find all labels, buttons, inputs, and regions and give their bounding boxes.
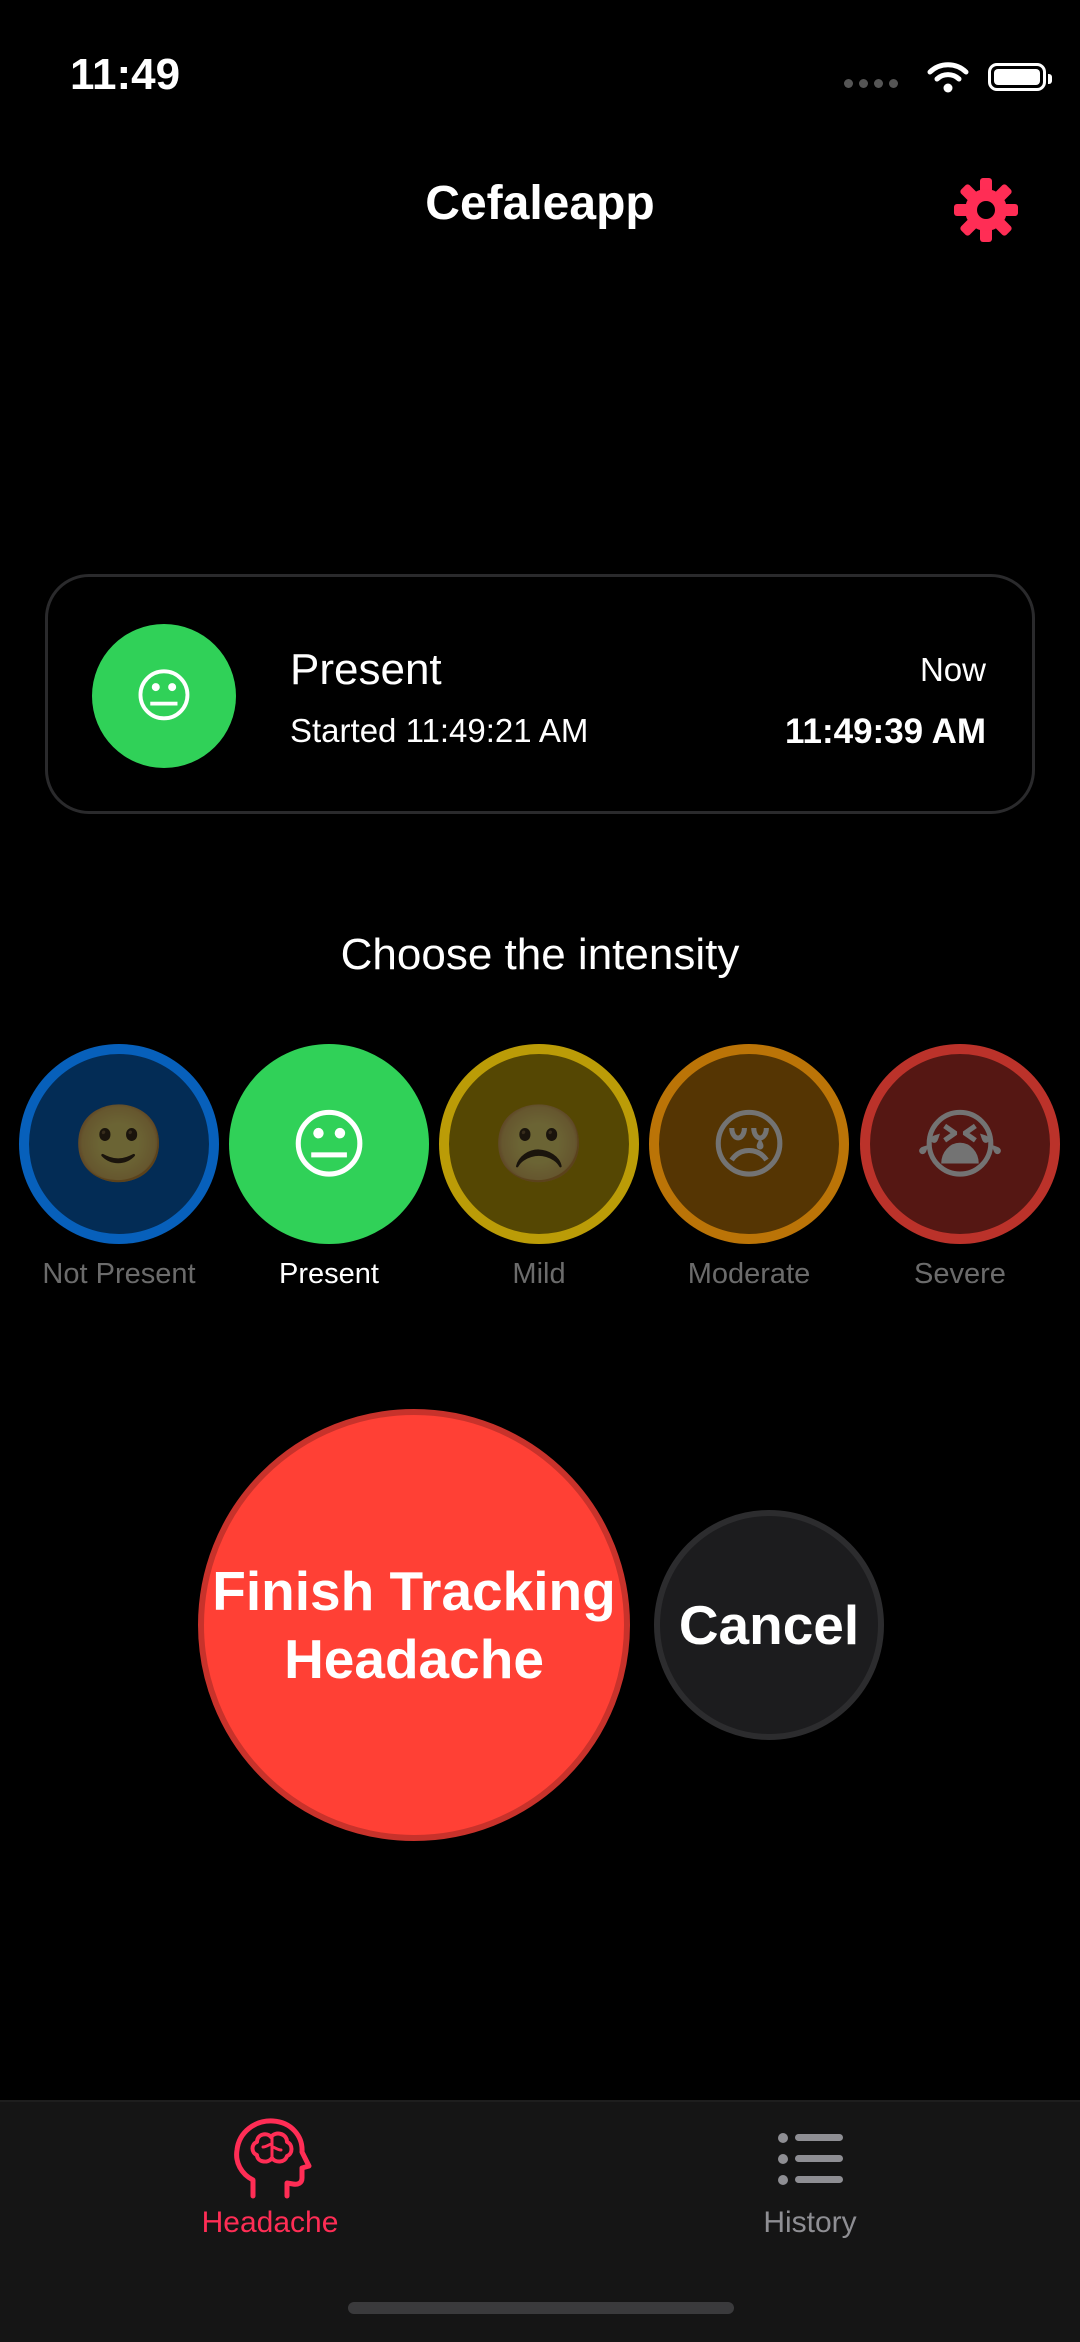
wifi-icon — [927, 62, 969, 93]
cellular-signal-icon — [844, 78, 898, 88]
intensity-selector: 🙂 Not Present 😐 Present ☹️ Mild 😢 Modera… — [0, 1044, 1080, 1304]
intensity-circle: 😢 — [649, 1044, 849, 1244]
intensity-circle: 🙂 — [19, 1044, 219, 1244]
intensity-label: Moderate — [687, 1258, 811, 1290]
intensity-label: Present — [279, 1258, 379, 1290]
gear-icon — [954, 178, 1018, 242]
status-icons — [844, 60, 1052, 94]
current-headache-card: 😐 Present Started 11:49:21 AM Now 11:49:… — [45, 574, 1035, 814]
now-label: Now — [919, 651, 986, 688]
tab-label: Headache — [201, 2206, 339, 2239]
battery-icon — [988, 63, 1052, 91]
intensity-circle: 😭 — [860, 1044, 1060, 1244]
emoji-icon: 😐 — [289, 1102, 369, 1188]
emoji-icon: 🙂 — [71, 1102, 167, 1187]
finish-button-line1: Finish Tracking — [212, 1560, 616, 1622]
cancel-button[interactable]: Cancel — [654, 1510, 884, 1740]
emoji-icon: 😭 — [915, 1102, 1005, 1188]
current-intensity-badge: 😐 — [92, 624, 236, 768]
intensity-option-mild[interactable]: ☹️ Mild — [437, 1044, 641, 1291]
intensity-label: Severe — [914, 1258, 1006, 1290]
list-icon — [778, 2133, 843, 2185]
started-time: Started 11:49:21 AM — [290, 712, 589, 749]
intensity-label: Not Present — [42, 1258, 196, 1290]
intensity-option-not-present[interactable]: 🙂 Not Present — [17, 1044, 221, 1291]
emoji-icon: 😢 — [709, 1102, 789, 1188]
brain-head-icon — [234, 2118, 312, 2199]
current-time: 11:49:39 AM — [784, 712, 986, 751]
status-time: 11:49 — [70, 50, 181, 99]
current-intensity-label: Present — [290, 645, 442, 694]
intensity-option-present[interactable]: 😐 Present — [227, 1044, 431, 1291]
page-title: Cefaleapp — [425, 177, 655, 230]
tab-label: History — [763, 2206, 857, 2239]
intensity-prompt: Choose the intensity — [340, 930, 740, 979]
intensity-option-moderate[interactable]: 😢 Moderate — [647, 1044, 851, 1291]
emoji-icon: ☹️ — [491, 1102, 587, 1187]
intensity-label: Mild — [512, 1258, 566, 1290]
intensity-circle: ☹️ — [439, 1044, 639, 1244]
intensity-circle: 😐 — [229, 1044, 429, 1244]
settings-button[interactable] — [946, 170, 1026, 250]
tab-history[interactable]: History — [540, 2102, 1080, 2272]
finish-tracking-button[interactable]: Finish Tracking Headache — [198, 1409, 630, 1841]
intensity-option-severe[interactable]: 😭 Severe — [858, 1044, 1062, 1291]
tab-headache[interactable]: Headache — [0, 2102, 540, 2272]
home-indicator — [348, 2302, 734, 2314]
finish-button-line2: Headache — [284, 1628, 544, 1690]
